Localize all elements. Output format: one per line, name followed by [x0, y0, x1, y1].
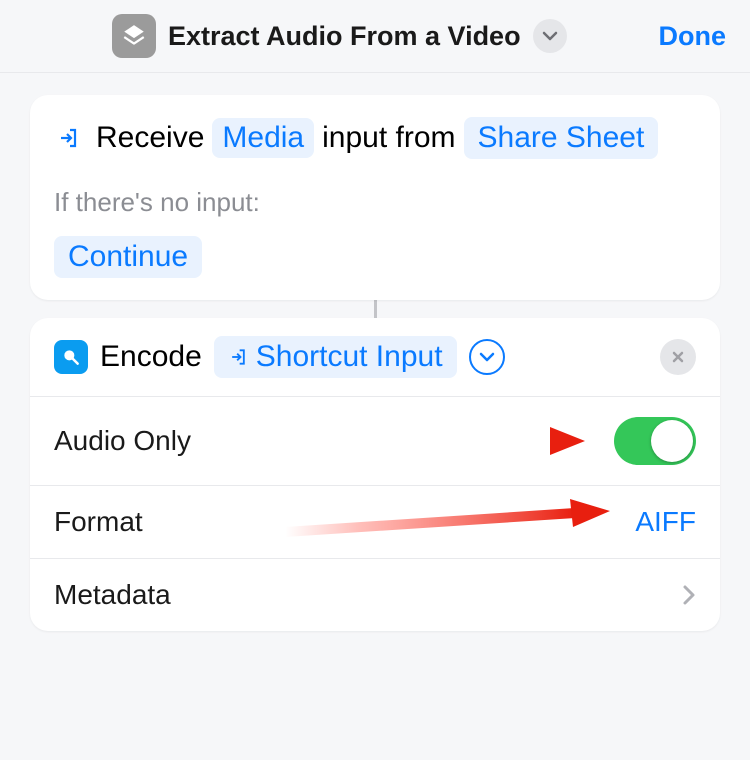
audio-only-label: Audio Only	[54, 425, 191, 457]
chevron-right-icon	[682, 584, 696, 606]
title-bar: Extract Audio From a Video Done	[0, 0, 750, 73]
chevron-down-icon	[542, 31, 558, 41]
input-card: Receive Media input from Share Sheet If …	[30, 95, 720, 300]
expand-action-button[interactable]	[469, 339, 505, 375]
shortcut-input-label: Shortcut Input	[256, 340, 443, 374]
encode-title: Encode	[100, 340, 202, 374]
format-row[interactable]: Format AIFF	[30, 486, 720, 559]
connector-line	[374, 300, 377, 318]
annotation-arrow	[285, 499, 615, 545]
quicktime-icon	[54, 340, 88, 374]
header-center: Extract Audio From a Video	[112, 14, 567, 58]
encode-header: Encode Shortcut Input	[30, 318, 720, 397]
title-dropdown[interactable]	[533, 19, 567, 53]
shortcut-input-token[interactable]: Shortcut Input	[214, 336, 457, 378]
format-value: AIFF	[635, 506, 696, 538]
toggle-knob	[651, 420, 693, 462]
metadata-label: Metadata	[54, 579, 171, 611]
continue-token[interactable]: Continue	[54, 236, 202, 278]
audio-only-row: Audio Only	[30, 397, 720, 486]
input-from-text: input from	[322, 121, 455, 155]
chevron-down-icon	[479, 352, 495, 362]
close-icon	[671, 350, 685, 364]
format-label: Format	[54, 506, 143, 538]
no-input-label: If there's no input:	[54, 187, 696, 218]
shortcuts-app-icon	[112, 14, 156, 58]
media-token[interactable]: Media	[212, 118, 314, 158]
audio-only-toggle[interactable]	[614, 417, 696, 465]
metadata-row[interactable]: Metadata	[30, 559, 720, 631]
shortcut-title[interactable]: Extract Audio From a Video	[168, 21, 521, 52]
receive-text: Receive	[96, 121, 204, 155]
encode-card: Encode Shortcut Input Audio Only	[30, 318, 720, 631]
input-icon	[54, 124, 82, 152]
share-sheet-token[interactable]: Share Sheet	[464, 117, 659, 159]
remove-action-button[interactable]	[660, 339, 696, 375]
annotation-arrow	[310, 421, 590, 461]
receive-line: Receive Media input from Share Sheet	[54, 117, 696, 159]
input-icon	[228, 347, 248, 367]
done-button[interactable]: Done	[659, 21, 727, 52]
